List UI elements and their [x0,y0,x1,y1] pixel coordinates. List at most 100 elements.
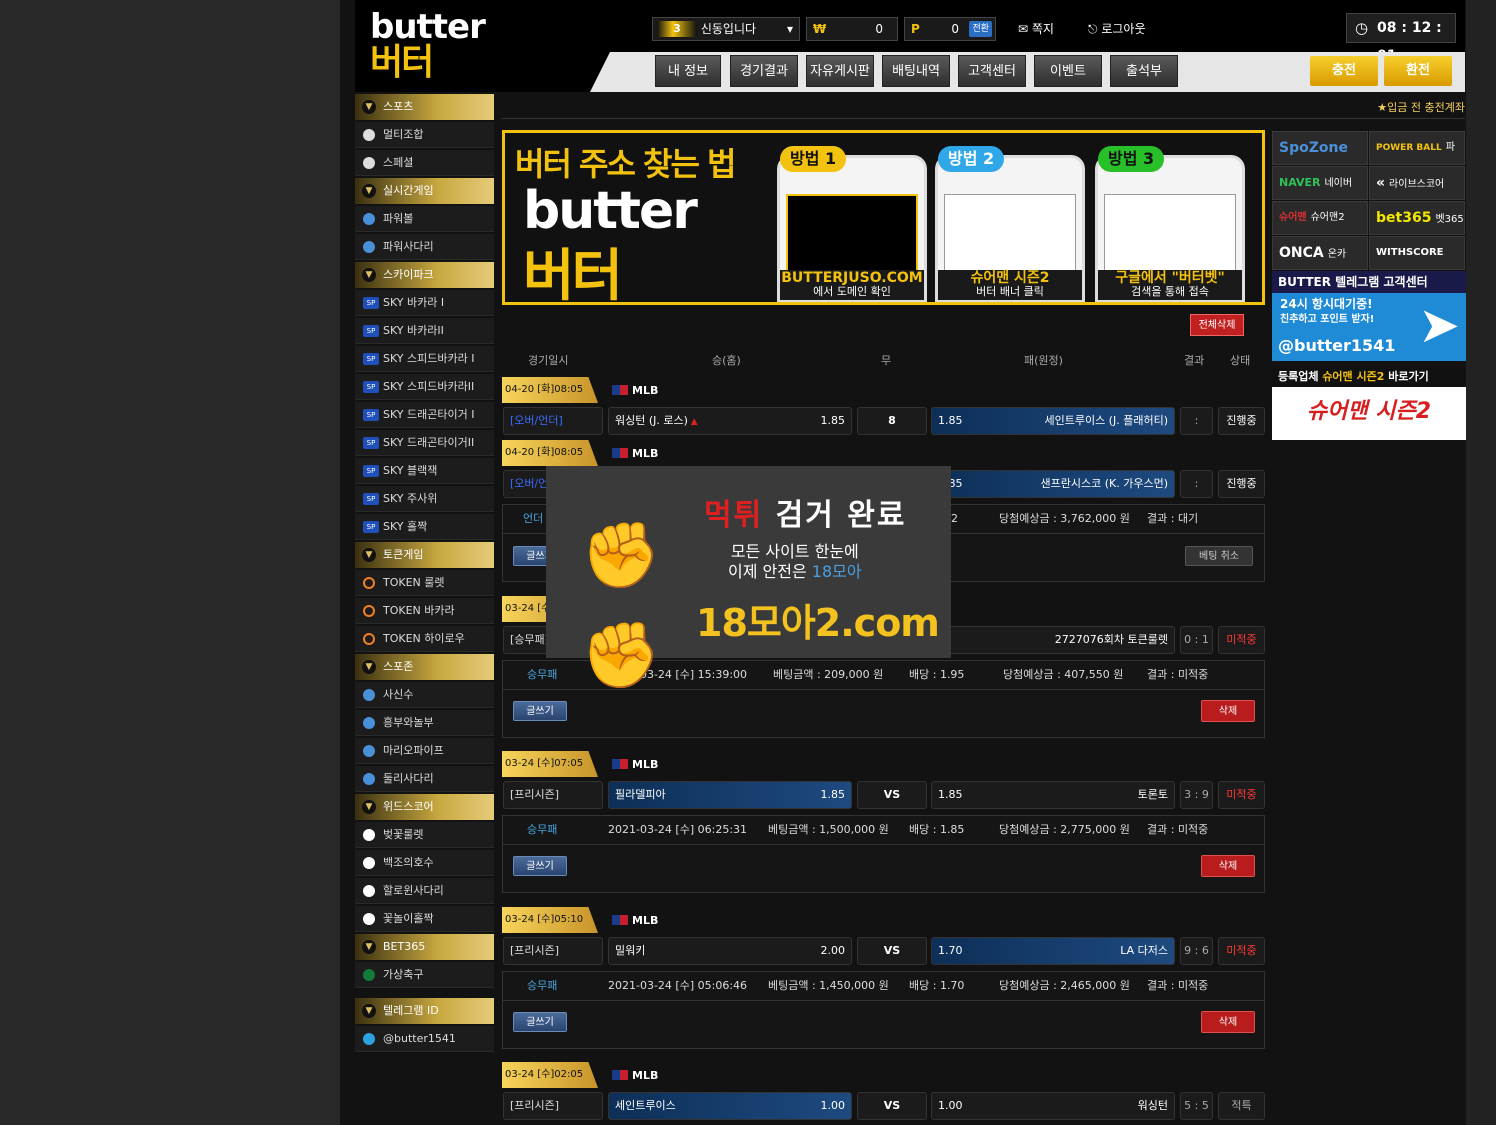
ad-livescore[interactable]: «라이브스코어 [1369,166,1465,200]
away-team-cell[interactable]: 1.85 세인트루이스 (J. 플래허티) [931,407,1175,435]
ad-sureman[interactable]: 슈어맨 슈어맨2 [1272,201,1368,235]
sidebar-item[interactable]: TOKEN 하이로우 [355,626,494,652]
ad-bet365-label: 벳365 [1435,214,1464,225]
sidebar-category[interactable]: ▼ 스포츠 [355,94,494,120]
ad-onca[interactable]: ONCA 온카 [1272,236,1368,270]
sidebar-item[interactable]: 스페셜 [355,150,494,176]
col-date: 경기일시 [528,354,569,367]
write-button[interactable]: 글쓰기 [513,1012,567,1032]
sidebar-item[interactable]: 흥부와놀부 [355,710,494,736]
sureman-ad[interactable]: 등록업체 슈어맨 시즌2 바로가기 슈어맨 시즌2 [1272,367,1466,440]
powerladder-icon [363,241,375,253]
ad-spozone[interactable]: SpoZone [1272,131,1368,165]
ad-withscore[interactable]: WITHSCORE [1369,236,1465,270]
sidebar-label: SKY 주사위 [383,492,438,505]
write-button[interactable]: 글쓰기 [513,856,567,876]
sidebar-item[interactable]: SP SKY 주사위 [355,486,494,512]
sidebar-category[interactable]: ▼ 스카이파크 [355,262,494,288]
sidebar-item[interactable]: 벚꽃룰렛 [355,822,494,848]
sidebar-item[interactable]: 파워볼 [355,206,494,232]
vs-cell[interactable]: VS [857,781,927,809]
overlay-sub-line2a: 이제 안전은 [728,562,812,581]
sidebar-item[interactable]: TOKEN 바카라 [355,598,494,624]
away-team-cell[interactable]: 1.00 워싱턴 [931,1092,1175,1120]
sidebar-label: SKY 드래곤타이거 I [383,408,475,421]
home-team-cell[interactable]: 세인트루이스 1.00 [608,1092,852,1120]
away-team-cell[interactable]: 1.85 토론토 [931,781,1175,809]
bet-result: 결과 : 미적중 [1147,979,1209,992]
site-logo[interactable]: butter 버터 [370,7,495,82]
home-team-cell[interactable]: 워싱턴 (J. 로스) ▲ 1.85 [608,407,852,435]
ad-livescore-brand: « [1376,175,1386,191]
nav-event[interactable]: 이벤트 [1034,55,1102,87]
sidebar-item[interactable]: SP SKY 스피드바카라 I [355,346,494,372]
sidebar-item[interactable]: 가상축구 [355,962,494,988]
telegram-ad[interactable]: BUTTER 텔레그램 고객센터 24시 항시대기중! 친추하고 포인트 받자!… [1272,271,1466,361]
info-type: 언더 [523,512,544,525]
delete-button[interactable]: 삭제 [1201,855,1255,877]
sidebar-item[interactable]: 파워사다리 [355,234,494,260]
sidebar-item[interactable]: TOKEN 룰렛 [355,570,494,596]
vs-cell[interactable]: VS [857,937,927,965]
point-convert-button[interactable]: 전환 [969,21,992,37]
sidebar-label: @butter1541 [383,1032,456,1045]
memo-link[interactable]: ✉ 쪽지 [1018,18,1054,40]
sidebar-item[interactable]: SP SKY 블랙잭 [355,458,494,484]
sidebar-item[interactable]: 백조의호수 [355,850,494,876]
away-team-cell[interactable]: 1.70 LA 다저스 [931,937,1175,965]
sidebar-category[interactable]: ▼ 실시간게임 [355,178,494,204]
write-button[interactable]: 글쓰기 [513,701,567,721]
logout-link[interactable]: ⎋ 로그아웃 [1088,18,1146,40]
sidebar-category[interactable]: ▼ 위드스코어 [355,794,494,820]
away-team-cell[interactable]: 02727076회차 토큰룰렛 [931,626,1175,654]
sidebar-item[interactable]: 둘리사다리 [355,766,494,792]
home-team-cell[interactable]: 필라델피아 1.85 [608,781,852,809]
address-banner[interactable]: 버터 주소 찾는 법 butter 버터 방법 1 BUTTERJUSO.COM… [502,130,1265,305]
mid-cell[interactable]: 8 [857,407,927,435]
sidebar-category[interactable]: ▼ 토큰게임 [355,542,494,568]
exchange-button[interactable]: 환전 [1384,56,1452,86]
sidebar-category[interactable]: ▼ 스포존 [355,654,494,680]
charge-button[interactable]: 충전 [1310,56,1378,86]
col-home: 승(홈) [712,354,741,367]
sidebar-label: SKY 스피드바카라II [383,380,475,393]
nav-free-board[interactable]: 자유게시판 [806,55,874,87]
level-badge: 3 [657,21,697,37]
sidebar-item[interactable]: 멀티조합 [355,122,494,148]
chevron-down-icon: ▼ [362,940,376,954]
sidebar-label: 사신수 [383,688,414,701]
overlay-ad[interactable]: ✊✊ 먹튀 검거 완료 모든 사이트 한눈에 이제 안전은 18모아 18모아2… [546,466,951,693]
sidebar-item[interactable]: SP SKY 바카라 I [355,290,494,316]
ad-bet365[interactable]: bet365 벳365 [1369,201,1465,235]
cancel-bet-button[interactable]: 베팅 취소 [1185,546,1253,566]
sidebar-item[interactable]: 할로윈사다리 [355,878,494,904]
ad-powerball[interactable]: POWER BALL파워볼 [1369,131,1465,185]
method-2-tag: 방법 2 [938,146,1005,172]
nav-support[interactable]: 고객센터 [958,55,1026,87]
nav-bet-history[interactable]: 배팅내역 [882,55,950,87]
nav-attendance[interactable]: 출석부 [1110,55,1178,87]
nav-my-info[interactable]: 내 정보 [655,55,721,87]
sidebar-item[interactable]: 마리오파이프 [355,738,494,764]
user-level-box[interactable]: 3 신동입니다 ▾ [652,17,800,41]
home-team-cell[interactable]: 밀워키 2.00 [608,937,852,965]
logo-text-en: butter [370,7,486,47]
chevron-down-icon[interactable]: ▾ [787,18,793,40]
delete-all-button[interactable]: 전체삭제 [1190,314,1244,336]
sidebar-item[interactable]: 꽃놀이홀짝 [355,906,494,932]
delete-button[interactable]: 삭제 [1201,700,1255,722]
sidebar-item[interactable]: SP SKY 드래곤타이거II [355,430,494,456]
nav-results[interactable]: 경기결과 [730,55,798,87]
ad-naver[interactable]: NAVER 네이버 [1272,166,1368,200]
vs-cell[interactable]: VS [857,1092,927,1120]
delete-button[interactable]: 삭제 [1201,1011,1255,1033]
sidebar-item[interactable]: SP SKY 바카라II [355,318,494,344]
sidebar-category[interactable]: ▼ 텔레그램 ID [355,998,494,1024]
sidebar-item[interactable]: SP SKY 드래곤타이거 I [355,402,494,428]
sidebar-category[interactable]: ▼ BET365 [355,934,494,960]
sidebar-item[interactable]: SP SKY 스피드바카라II [355,374,494,400]
sidebar-item[interactable]: 사신수 [355,682,494,708]
away-team-cell[interactable]: 1.85샌프란시스코 (K. 가우스먼) [931,470,1175,498]
sidebar-item[interactable]: SP SKY 홀짝 [355,514,494,540]
sidebar-item[interactable]: @butter1541 [355,1026,494,1052]
